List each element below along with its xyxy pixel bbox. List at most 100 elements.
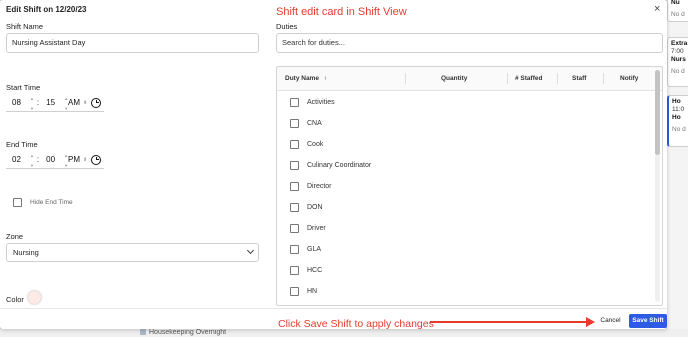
background-shift-label: Housekeeping Overnight <box>140 329 226 336</box>
table-row[interactable]: DON <box>277 197 657 218</box>
bg-card-title: Extra <box>671 40 688 47</box>
start-time-label: Start Time <box>6 83 41 92</box>
table-row[interactable]: GLA <box>277 239 657 260</box>
table-row[interactable]: Activities <box>277 92 657 113</box>
footer-divider <box>0 308 667 309</box>
table-row[interactable]: CNA <box>277 113 657 134</box>
background-shift-card: Nu No d <box>667 0 688 22</box>
duties-label: Duties <box>276 22 298 31</box>
duty-checkbox[interactable] <box>290 245 299 254</box>
cancel-button[interactable]: Cancel <box>596 314 625 328</box>
duties-search-input[interactable]: Search for duties... <box>276 33 663 53</box>
bg-card-time: 11:0 <box>672 106 685 113</box>
duty-checkbox[interactable] <box>290 161 299 170</box>
duty-name: CNA <box>307 120 322 127</box>
background-shift-card: Ho 11:0 Ho No d <box>667 95 688 147</box>
table-row[interactable]: Culinary Coordinator <box>277 155 657 176</box>
column-duty-name[interactable]: Duty Name ↑ <box>285 75 327 82</box>
start-minute[interactable]: 15 ▲ ▼ <box>46 97 68 111</box>
annotation-shift-edit-card: Shift edit card in Shift View <box>276 6 407 18</box>
sort-asc-icon[interactable]: ↑ <box>324 75 327 82</box>
bg-card-title: Nu <box>671 0 680 6</box>
duty-name: DON <box>307 204 323 211</box>
duty-name: HN <box>307 288 318 295</box>
edit-shift-modal: Edit Shift on 12/20/23 × Shift edit card… <box>0 0 667 330</box>
modal-title: Edit Shift on 12/20/23 <box>6 5 87 14</box>
background-shift-card: Extra 7:00 Nurs No d <box>667 37 688 87</box>
duty-name: Cook <box>307 141 324 148</box>
spinner-up-icon[interactable]: ▲ <box>30 97 34 101</box>
color-label: Color <box>6 295 24 304</box>
bg-card-note: No d <box>671 68 685 75</box>
bg-card-role: Nurs <box>671 56 686 63</box>
table-scrollbar[interactable] <box>655 70 660 302</box>
hide-end-time-checkbox[interactable] <box>13 198 22 207</box>
end-hour[interactable]: 02 ▲ ▼ <box>12 154 34 168</box>
spinner-down-icon[interactable]: ▼ <box>30 107 34 111</box>
close-icon[interactable]: × <box>654 3 660 15</box>
table-row[interactable]: HCC <box>277 260 657 281</box>
duty-checkbox[interactable] <box>290 266 299 275</box>
start-time-picker[interactable]: 08 ▲ ▼ : 15 ▲ ▼ AM ⬍ <box>6 94 104 112</box>
duty-checkbox[interactable] <box>290 287 299 296</box>
duty-name: Activities <box>307 99 335 106</box>
shift-name-input[interactable]: Nursing Assistant Day <box>6 33 259 53</box>
time-separator: : <box>36 155 40 164</box>
duty-checkbox[interactable] <box>290 98 299 107</box>
duty-name: GLA <box>307 246 322 253</box>
bg-card-note: No d <box>671 11 685 18</box>
clock-icon[interactable] <box>91 97 102 108</box>
zone-select[interactable]: Nursing <box>6 243 259 262</box>
clock-icon[interactable] <box>91 154 102 165</box>
duty-checkbox[interactable] <box>290 203 299 212</box>
table-header: Duty Name ↑ Quantity # Staffed Staff Not… <box>277 67 662 91</box>
column-staffed[interactable]: # Staffed <box>515 75 542 82</box>
duty-checkbox[interactable] <box>290 182 299 191</box>
bg-card-title: Ho <box>672 98 681 105</box>
time-separator: : <box>36 98 40 107</box>
duty-checkbox[interactable] <box>290 224 299 233</box>
end-time-picker[interactable]: 02 ▲ ▼ : 00 ▲ ▼ PM ⬍ <box>6 151 104 169</box>
spinner-down-icon[interactable]: ▼ <box>64 164 68 168</box>
bg-card-time: 7:00 <box>671 48 684 55</box>
start-ampm[interactable]: AM <box>68 98 80 107</box>
spinner-up-icon[interactable]: ▲ <box>64 97 68 101</box>
shift-name-label: Shift Name <box>6 22 44 31</box>
table-row[interactable]: Driver <box>277 218 657 239</box>
save-shift-button[interactable]: Save Shift <box>629 314 667 328</box>
end-time-label: End Time <box>6 140 38 149</box>
scrollbar-thumb[interactable] <box>655 70 660 155</box>
column-divider <box>405 73 406 84</box>
zone-value: Nursing <box>13 248 39 257</box>
duty-checkbox[interactable] <box>290 119 299 128</box>
column-divider <box>507 73 508 84</box>
color-swatch[interactable] <box>28 291 41 304</box>
duty-name: Director <box>307 183 332 190</box>
bg-card-note: No d <box>672 126 686 133</box>
end-ampm[interactable]: PM <box>68 155 80 164</box>
end-minute[interactable]: 00 ▲ ▼ <box>46 154 68 168</box>
chevron-down-icon <box>246 246 255 255</box>
background-schedule-column: Nu No d Extra 7:00 Nurs No d Ho 11:0 Ho … <box>667 0 688 337</box>
background-schedule-row: Housekeeping Overnight <box>0 329 688 337</box>
column-quantity[interactable]: Quantity <box>441 75 467 82</box>
hide-end-time-label: Hide End Time <box>30 199 73 206</box>
duties-table: Duty Name ↑ Quantity # Staffed Staff Not… <box>276 66 663 306</box>
duty-checkbox[interactable] <box>290 140 299 149</box>
column-divider <box>557 73 558 84</box>
duty-name: HCC <box>307 267 323 274</box>
start-hour[interactable]: 08 ▲ ▼ <box>12 97 34 111</box>
table-row[interactable]: Director <box>277 176 657 197</box>
annotation-save-instruction: Click Save Shift to apply changes <box>278 318 434 330</box>
annotation-arrow-icon <box>430 317 595 327</box>
spinner-up-icon[interactable]: ▲ <box>64 154 68 158</box>
column-staff[interactable]: Staff <box>572 75 586 82</box>
spinner-up-icon[interactable]: ▲ <box>30 154 34 158</box>
table-row[interactable]: HN <box>277 281 657 302</box>
column-notify[interactable]: Notify <box>620 75 638 82</box>
table-row[interactable]: Cook <box>277 134 657 155</box>
ampm-spinner-icon[interactable]: ⬍ <box>83 157 87 163</box>
spinner-down-icon[interactable]: ▼ <box>30 164 34 168</box>
spinner-down-icon[interactable]: ▼ <box>64 107 68 111</box>
ampm-spinner-icon[interactable]: ⬍ <box>83 100 87 106</box>
